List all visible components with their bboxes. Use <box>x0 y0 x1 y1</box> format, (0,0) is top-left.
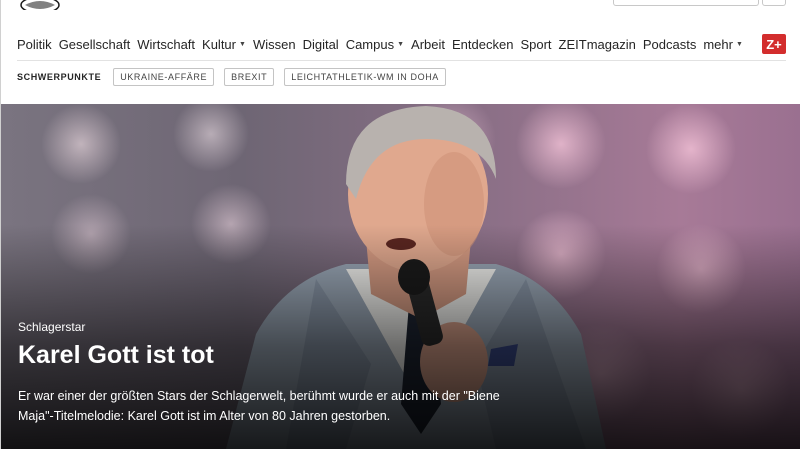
chevron-down-icon: ▼ <box>735 40 743 48</box>
nav-item-label: Kultur <box>202 36 236 52</box>
nav-item-campus[interactable]: Campus ▼ <box>346 37 404 52</box>
page: Politik Gesellschaft Wirtschaft Kultur ▼ Wiss… <box>0 0 800 449</box>
site-logo[interactable] <box>17 0 63 10</box>
eagle-emblem-icon <box>20 0 60 10</box>
nav-item-label: Wirtschaft <box>137 36 196 52</box>
nav-item-arbeit[interactable]: Arbeit <box>411 37 445 52</box>
focus-topics-bar: SCHWERPUNKTE UKRAINE-AFFÄRE BREXIT LEICH… <box>17 67 456 87</box>
nav-item-sport[interactable]: Sport <box>520 37 551 52</box>
nav-item-zeitmagazin[interactable]: ZEITmagazin <box>559 37 636 52</box>
nav-item-label: ZEITmagazin <box>558 36 636 52</box>
hero-headline[interactable]: Karel Gott ist tot <box>18 341 214 370</box>
nav-item-entdecken[interactable]: Entdecken <box>452 37 513 52</box>
topic-tag-ukraine[interactable]: UKRAINE-AFFÄRE <box>113 68 215 86</box>
nav-item-mehr[interactable]: mehr ▼ <box>703 37 743 52</box>
nav-item-label: Sport <box>520 36 552 52</box>
chevron-down-icon: ▼ <box>397 40 405 48</box>
zplus-button[interactable]: Z+ <box>762 34 786 54</box>
focus-topics-label: SCHWERPUNKTE <box>17 72 102 82</box>
site-header: Politik Gesellschaft Wirtschaft Kultur ▼ Wiss… <box>1 0 800 104</box>
search-button[interactable] <box>762 0 786 6</box>
hero-teaser-text: Er war einer der größten Stars der Schla… <box>18 389 500 423</box>
nav-item-label: Podcasts <box>642 36 697 52</box>
nav-item-wirtschaft[interactable]: Wirtschaft <box>137 37 195 52</box>
nav-item-label: Digital <box>302 36 339 52</box>
nav-item-digital[interactable]: Digital <box>303 37 339 52</box>
nav-item-podcasts[interactable]: Podcasts <box>643 37 696 52</box>
nav-item-label: Arbeit <box>411 36 446 52</box>
main-navigation: Politik Gesellschaft Wirtschaft Kultur ▼ Wiss… <box>17 33 750 55</box>
nav-item-label: Gesellschaft <box>58 36 131 52</box>
hero-teaser[interactable]: Schlagerstar Karel Gott ist tot Er war e… <box>1 104 800 449</box>
nav-item-label: Politik <box>17 36 52 52</box>
topic-tag-leichtathletik[interactable]: LEICHTATHLETIK-WM IN DOHA <box>284 68 446 86</box>
nav-item-label: Wissen <box>252 36 296 52</box>
hero-kicker: Schlagerstar <box>18 320 86 334</box>
nav-item-label: Campus <box>345 36 395 52</box>
nav-item-kultur[interactable]: Kultur ▼ <box>202 37 246 52</box>
nav-item-label: Entdecken <box>452 36 514 52</box>
nav-item-label: mehr <box>703 36 733 52</box>
chevron-down-icon: ▼ <box>239 40 246 48</box>
nav-item-gesellschaft[interactable]: Gesellschaft <box>59 37 131 52</box>
nav-item-politik[interactable]: Politik <box>17 37 52 52</box>
search-input[interactable] <box>613 0 759 6</box>
nav-divider <box>17 60 786 61</box>
nav-item-wissen[interactable]: Wissen <box>253 37 296 52</box>
topic-tag-brexit[interactable]: BREXIT <box>224 68 275 86</box>
